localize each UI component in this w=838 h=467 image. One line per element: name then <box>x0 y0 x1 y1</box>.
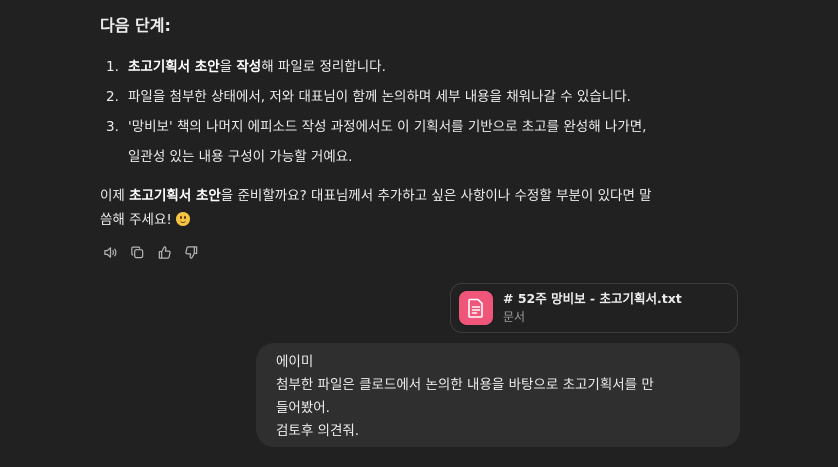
bold-text: 초고기획서 초안 <box>128 59 220 75</box>
read-aloud-icon[interactable] <box>102 244 118 260</box>
message-actions <box>102 244 740 260</box>
step-text: 을 <box>219 59 237 75</box>
chat-page: 다음 단계: 1. 초고기획서 초안을 작성해 파일로 정리합니다. 2. 파일… <box>0 0 838 467</box>
file-type: 문서 <box>503 310 526 324</box>
step-text: 해 파일로 정리합니다. <box>261 59 386 75</box>
file-meta: # 52주 망비보 - 초고기획서.txt 문서 <box>503 290 682 326</box>
closing-text: 씀해 주세요! <box>100 212 172 228</box>
next-steps-heading: 다음 단계: <box>100 16 171 35</box>
thumbs-up-icon[interactable] <box>156 244 172 260</box>
step-number: 2. <box>106 89 119 105</box>
steps-list: 1. 초고기획서 초안을 작성해 파일로 정리합니다. 2. 파일을 첨부한 상… <box>100 52 740 172</box>
step-text: 일관성 있는 내용 구성이 가능할 거예요. <box>128 149 353 165</box>
file-name: # 52주 망비보 - 초고기획서.txt <box>503 291 682 306</box>
step-text: '망비보' 책의 나머지 에피소드 작성 과정에서도 이 기획서를 기반으로 초… <box>128 119 647 135</box>
assistant-message: 다음 단계: 1. 초고기획서 초안을 작성해 파일로 정리합니다. 2. 파일… <box>100 14 740 260</box>
closing-paragraph: 이제 초고기획서 초안을 준비할까요? 대표님께서 추가하고 싶은 사항이나 수… <box>100 184 740 232</box>
user-message-line: 에이미 <box>276 354 314 370</box>
thumbs-down-icon[interactable] <box>183 244 199 260</box>
user-message-line: 검토후 의견줘. <box>276 423 360 439</box>
step-number: 3. <box>106 119 119 135</box>
user-message-line: 들어봤어. <box>276 400 330 416</box>
copy-icon[interactable] <box>129 244 145 260</box>
closing-text: 을 준비할까요? 대표님께서 추가하고 싶은 사항이나 수정할 부분이 있다면 … <box>220 188 652 204</box>
user-message: 에이미 첨부한 파일은 클로드에서 논의한 내용을 바탕으로 초고기획서를 만 … <box>256 343 740 447</box>
step-text: 파일을 첨부한 상태에서, 저와 대표님이 함께 논의하며 세부 내용을 채워나… <box>128 89 631 105</box>
document-icon <box>459 291 493 325</box>
step-number: 1. <box>106 59 119 75</box>
user-message-line: 첨부한 파일은 클로드에서 논의한 내용을 바탕으로 초고기획서를 만 <box>276 377 654 393</box>
list-item: 2. 파일을 첨부한 상태에서, 저와 대표님이 함께 논의하며 세부 내용을 … <box>100 82 740 112</box>
file-attachment[interactable]: # 52주 망비보 - 초고기획서.txt 문서 <box>450 283 738 333</box>
list-item: 1. 초고기획서 초안을 작성해 파일로 정리합니다. <box>100 52 740 82</box>
smiling-face-emoji <box>175 212 190 226</box>
bold-text: 작성 <box>236 59 262 75</box>
closing-text: 이제 <box>100 188 130 204</box>
bold-text: 초고기획서 초안 <box>129 188 221 204</box>
list-item: 3. '망비보' 책의 나머지 에피소드 작성 과정에서도 이 기획서를 기반으… <box>100 112 740 172</box>
